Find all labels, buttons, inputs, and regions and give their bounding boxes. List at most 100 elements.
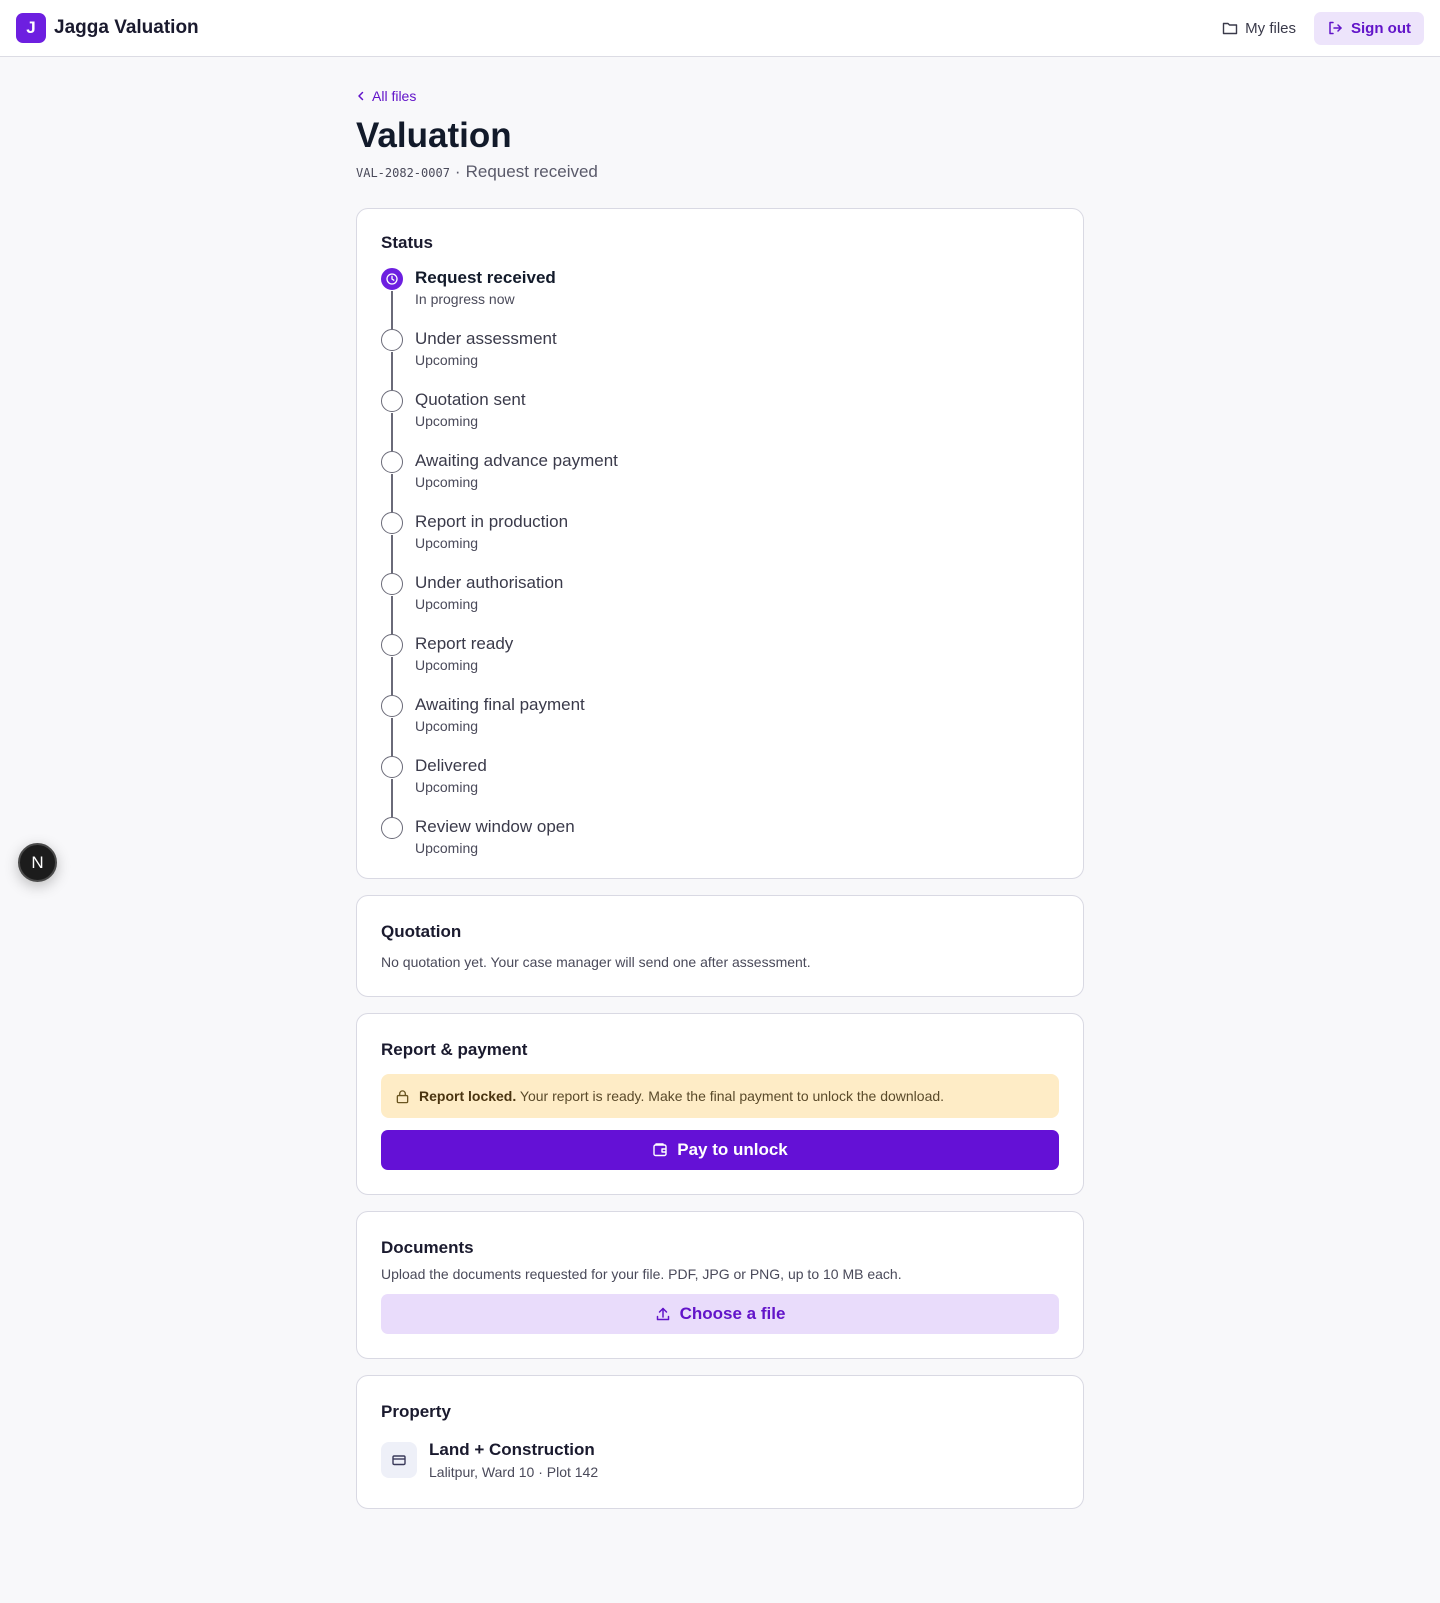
step-status: Upcoming xyxy=(415,352,479,369)
sign-out-button[interactable]: Sign out xyxy=(1314,11,1424,45)
step-label: Report ready xyxy=(415,634,514,654)
file-reference: VAL-2082-0007 xyxy=(356,166,450,181)
step-circle-icon xyxy=(381,390,403,413)
status-card: Status Request received In progress now Un… xyxy=(356,208,1084,880)
back-link-label: All files xyxy=(372,88,417,104)
status-step: Request received In progress now xyxy=(381,267,1059,330)
step-connector xyxy=(391,718,393,757)
step-status: Upcoming xyxy=(415,779,479,796)
choose-file-button[interactable]: Choose a file xyxy=(381,1294,1059,1335)
report-payment-card-title: Report & payment xyxy=(381,1040,528,1060)
brand-logo: J xyxy=(16,13,46,43)
choose-file-label: Choose a file xyxy=(679,1304,786,1324)
step-marker xyxy=(381,755,415,818)
status-step: Under authorisation Upcoming xyxy=(381,572,1059,635)
subtitle-separator: · xyxy=(454,162,461,182)
step-label: Under authorisation xyxy=(415,573,564,593)
top-actions: My files Sign out xyxy=(1220,11,1424,45)
step-marker xyxy=(381,694,415,757)
step-marker xyxy=(381,511,415,574)
floating-assistant-button[interactable]: N xyxy=(18,843,57,882)
step-connector xyxy=(391,596,393,635)
status-step: Review window open Upcoming xyxy=(381,816,1059,856)
status-step: Report in production Upcoming xyxy=(381,511,1059,574)
step-circle-icon xyxy=(381,695,403,718)
top-bar: J Jagga Valuation My files Sign out xyxy=(0,0,1440,57)
page-subtitle: VAL-2082-0007 · Request received xyxy=(356,162,1084,182)
step-circle-icon xyxy=(381,634,403,657)
status-step: Under assessment Upcoming xyxy=(381,328,1059,391)
back-link-all-files[interactable]: All files xyxy=(356,88,416,104)
step-connector xyxy=(391,413,393,452)
clock-icon xyxy=(381,268,403,291)
step-label: Awaiting advance payment xyxy=(415,451,618,471)
step-circle-icon xyxy=(381,817,403,840)
banner-strong-text: Report locked. xyxy=(419,1088,517,1105)
pay-to-unlock-label: Pay to unlock xyxy=(677,1140,788,1160)
cards: Status Request received In progress now Un… xyxy=(356,208,1084,1510)
folder-icon xyxy=(1222,20,1238,36)
brand-name: Jagga Valuation xyxy=(54,17,199,38)
step-label: Review window open xyxy=(415,817,575,837)
id-card-icon xyxy=(381,1442,417,1479)
property-location: Lalitpur, Ward 10 · Plot 142 xyxy=(429,1464,599,1481)
step-label: Quotation sent xyxy=(415,390,526,410)
step-circle-icon xyxy=(381,512,403,535)
report-locked-banner: Report locked. Your report is ready. Mak… xyxy=(381,1074,1059,1119)
status-step: Delivered Upcoming xyxy=(381,755,1059,818)
documents-message: Upload the documents requested for your … xyxy=(381,1266,902,1283)
report-payment-card: Report & payment Report locked. Your rep… xyxy=(356,1013,1084,1196)
wallet-icon xyxy=(652,1142,668,1158)
step-connector xyxy=(391,779,393,818)
step-status: Upcoming xyxy=(415,413,479,430)
brand[interactable]: J Jagga Valuation xyxy=(16,13,199,43)
page-title: Valuation xyxy=(356,116,512,155)
quotation-message: No quotation yet. Your case manager will… xyxy=(381,954,811,971)
step-circle-icon xyxy=(381,756,403,779)
step-connector xyxy=(391,352,393,391)
current-status-text: Request received xyxy=(465,162,598,182)
step-marker xyxy=(381,267,415,330)
step-connector xyxy=(391,474,393,513)
quotation-card-title: Quotation xyxy=(381,922,462,942)
sign-out-label: Sign out xyxy=(1351,19,1411,37)
status-timeline: Request received In progress now Under ass… xyxy=(381,267,1059,856)
status-card-title: Status xyxy=(381,233,433,253)
property-card-title: Property xyxy=(381,1402,451,1422)
step-circle-icon xyxy=(381,573,403,596)
banner-detail-text: Your report is ready. Make the final pay… xyxy=(519,1088,945,1105)
step-marker xyxy=(381,450,415,513)
property-type: Land + Construction xyxy=(429,1440,595,1460)
step-marker xyxy=(381,389,415,452)
status-step: Quotation sent Upcoming xyxy=(381,389,1059,452)
step-connector xyxy=(391,657,393,696)
step-label: Awaiting final payment xyxy=(415,695,585,715)
property-card: Property Land + Construction Lalitpur, W… xyxy=(356,1375,1084,1510)
step-marker xyxy=(381,328,415,391)
documents-card-title: Documents xyxy=(381,1238,474,1258)
step-circle-icon xyxy=(381,329,403,352)
my-files-label: My files xyxy=(1245,19,1296,37)
step-status: In progress now xyxy=(415,291,515,308)
step-status: Upcoming xyxy=(415,596,479,613)
step-marker xyxy=(381,572,415,635)
status-step: Awaiting advance payment Upcoming xyxy=(381,450,1059,513)
sign-out-icon xyxy=(1327,20,1343,36)
step-marker xyxy=(381,633,415,696)
main-content: All files Valuation VAL-2082-0007 · Requ… xyxy=(356,88,1084,1510)
step-status: Upcoming xyxy=(415,657,479,674)
status-step: Awaiting final payment Upcoming xyxy=(381,694,1059,757)
step-connector xyxy=(391,291,393,330)
pay-to-unlock-button[interactable]: Pay to unlock xyxy=(381,1130,1059,1171)
step-label: Delivered xyxy=(415,756,487,776)
quotation-card: Quotation No quotation yet. Your case ma… xyxy=(356,895,1084,998)
step-label: Under assessment xyxy=(415,329,557,349)
my-files-link[interactable]: My files xyxy=(1220,12,1298,45)
status-step: Report ready Upcoming xyxy=(381,633,1059,696)
step-label: Report in production xyxy=(415,512,569,532)
step-marker xyxy=(381,816,415,856)
step-status: Upcoming xyxy=(415,474,479,491)
step-status: Upcoming xyxy=(415,535,479,552)
lock-icon xyxy=(395,1089,410,1104)
step-circle-icon xyxy=(381,451,403,474)
